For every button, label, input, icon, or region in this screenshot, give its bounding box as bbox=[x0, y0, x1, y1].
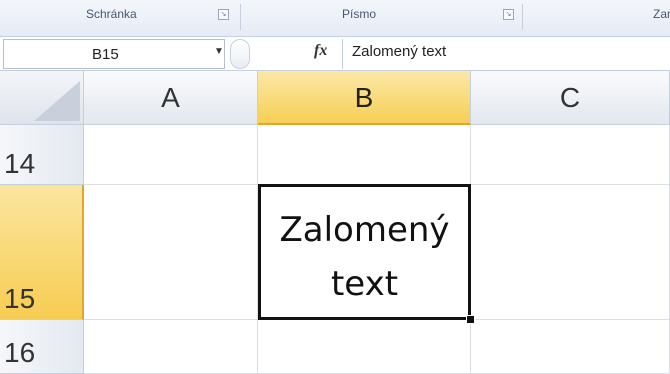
row-header-14[interactable]: 14 bbox=[0, 125, 84, 185]
formula-input[interactable]: Zalomený text bbox=[352, 43, 446, 60]
row-header-15[interactable]: 15 bbox=[0, 185, 84, 320]
fill-handle[interactable] bbox=[466, 315, 475, 324]
ribbon-separator bbox=[240, 4, 241, 30]
ribbon-group-alignment: Zar bbox=[653, 7, 670, 21]
cell-b14[interactable] bbox=[258, 125, 471, 185]
ribbon: Schránka ↘ Písmo ↘ Zar bbox=[0, 0, 670, 37]
formula-bar-resize-handle[interactable] bbox=[230, 39, 250, 69]
cell-c16[interactable] bbox=[471, 320, 670, 374]
insert-function-icon[interactable]: fx bbox=[314, 42, 327, 60]
cell-c14[interactable] bbox=[471, 125, 670, 185]
active-cell-b15[interactable]: Zalomený text bbox=[258, 184, 471, 320]
clipboard-dialog-launcher-icon[interactable]: ↘ bbox=[218, 9, 229, 20]
row-header-16[interactable]: 16 bbox=[0, 320, 84, 374]
ribbon-group-font: Písmo bbox=[342, 7, 377, 21]
cell-b15-content: Zalomený text bbox=[261, 203, 468, 311]
cell-a15[interactable] bbox=[84, 185, 258, 320]
column-header-b[interactable]: B bbox=[258, 71, 471, 125]
name-box[interactable]: B15 ▼ bbox=[3, 39, 225, 69]
font-dialog-launcher-icon[interactable]: ↘ bbox=[503, 9, 514, 20]
row-header-label: 16 bbox=[4, 337, 36, 368]
chevron-down-icon[interactable]: ▼ bbox=[214, 46, 224, 57]
cell-b15-line-2: text bbox=[330, 264, 399, 304]
row-header-label: 14 bbox=[4, 148, 36, 179]
ribbon-separator bbox=[522, 4, 523, 30]
select-all-triangle-icon bbox=[34, 81, 80, 121]
cell-a16[interactable] bbox=[84, 320, 258, 374]
formula-bar: B15 ▼ fx Zalomený text bbox=[0, 37, 670, 71]
formula-separator bbox=[342, 39, 343, 69]
select-all-button[interactable] bbox=[0, 71, 84, 125]
cell-a14[interactable] bbox=[84, 125, 258, 185]
ribbon-group-clipboard: Schránka bbox=[86, 7, 137, 21]
column-header-a[interactable]: A bbox=[84, 71, 258, 125]
cell-b15-line-1: Zalomený bbox=[279, 210, 450, 250]
cell-c15[interactable] bbox=[471, 185, 670, 320]
row-header-label: 15 bbox=[4, 283, 36, 314]
cell-b16[interactable] bbox=[258, 320, 471, 374]
column-header-c[interactable]: C bbox=[471, 71, 670, 125]
name-box-value: B15 bbox=[92, 46, 119, 63]
